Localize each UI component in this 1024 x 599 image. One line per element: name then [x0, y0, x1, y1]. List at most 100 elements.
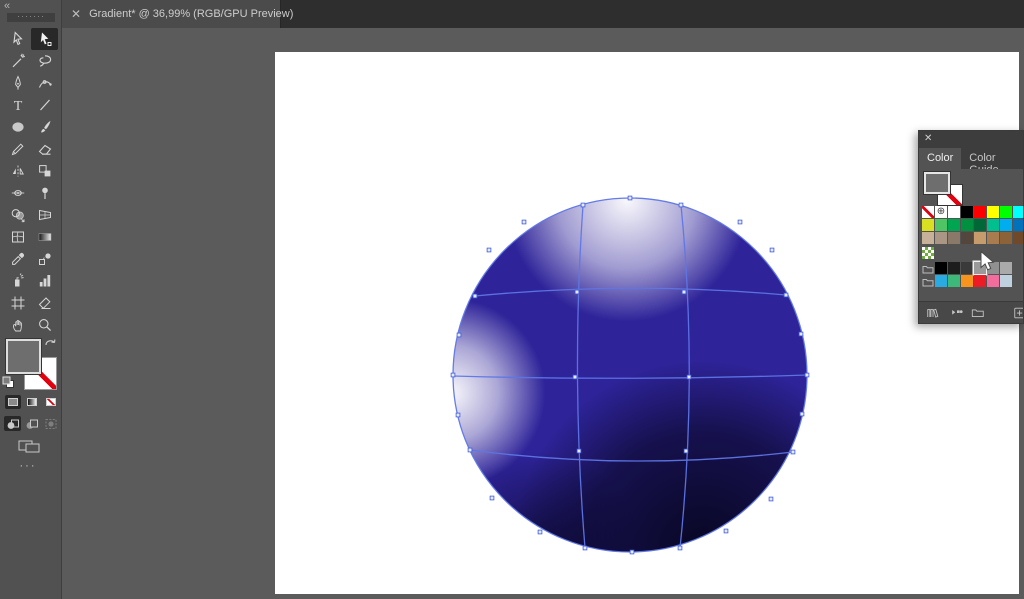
draw-behind-icon[interactable] — [23, 416, 40, 431]
swatch[interactable] — [922, 232, 934, 244]
none-button[interactable] — [43, 395, 59, 409]
swatch[interactable] — [935, 262, 947, 274]
selection-tool[interactable] — [4, 28, 31, 50]
toolbar-drag-grip[interactable]: ······· — [7, 13, 55, 22]
swatch[interactable] — [987, 232, 999, 244]
direct-selection-tool[interactable] — [31, 28, 58, 50]
swatch[interactable] — [935, 275, 947, 287]
swatch[interactable] — [987, 219, 999, 231]
collapse-dock-icon[interactable]: « — [4, 0, 10, 13]
swatch-row — [922, 219, 1024, 231]
blend-tool[interactable] — [31, 248, 58, 270]
change-screen-mode-icon[interactable] — [16, 438, 44, 454]
swap-fill-stroke-icon[interactable] — [44, 336, 57, 349]
swatch[interactable] — [935, 232, 947, 244]
edit-toolbar-ellipsis[interactable]: ··· — [0, 460, 56, 472]
lasso-tool[interactable] — [31, 50, 58, 72]
eraser-tool[interactable] — [31, 138, 58, 160]
swatch-none[interactable] — [922, 206, 934, 218]
hand-tool[interactable] — [4, 314, 31, 336]
panel-close-icon[interactable]: ✕ — [924, 133, 932, 144]
curvature-tool[interactable] — [31, 72, 58, 94]
panel-header[interactable]: ✕ — [919, 131, 1023, 148]
shape-builder-tool[interactable] — [4, 204, 31, 226]
eyedropper-tool[interactable] — [4, 248, 31, 270]
line-segment-tool-icon — [37, 97, 53, 113]
artboard-tool[interactable] — [4, 292, 31, 314]
swatch[interactable] — [1013, 219, 1024, 231]
swatch[interactable] — [961, 275, 973, 287]
swatch[interactable] — [974, 219, 986, 231]
swatch[interactable] — [974, 232, 986, 244]
swatch[interactable] — [961, 219, 973, 231]
swatch[interactable] — [961, 206, 973, 218]
swatch[interactable] — [961, 262, 973, 274]
color-button[interactable] — [5, 395, 21, 409]
swatch[interactable] — [1000, 219, 1012, 231]
slice-tool[interactable] — [31, 292, 58, 314]
gradient-button[interactable] — [24, 395, 40, 409]
swatch[interactable] — [948, 232, 960, 244]
panel-fill-swatch[interactable] — [924, 172, 950, 194]
tab-color-guide[interactable]: Color Guide — [961, 148, 1023, 169]
swatch-registration[interactable]: ⊕ — [935, 206, 947, 218]
mesh-tool[interactable] — [4, 226, 31, 248]
new-swatch-icon[interactable] — [1013, 306, 1024, 320]
document-tab[interactable]: ✕ Gradient* @ 36,99% (RGB/GPU Preview) — [62, 0, 281, 28]
eraser-tool-icon — [37, 141, 53, 157]
pen-tool[interactable] — [4, 72, 31, 94]
swatch[interactable] — [948, 206, 960, 218]
type-tool-icon: T — [10, 97, 26, 113]
magic-wand-tool[interactable] — [4, 50, 31, 72]
perspective-grid-tool[interactable] — [31, 204, 58, 226]
zoom-tool[interactable] — [31, 314, 58, 336]
type-tool[interactable]: T — [4, 94, 31, 116]
swatch[interactable] — [987, 262, 999, 274]
scale-tool[interactable] — [31, 160, 58, 182]
swatch[interactable] — [974, 206, 986, 218]
swatch[interactable] — [1000, 262, 1012, 274]
shape-builder-tool-icon — [10, 207, 26, 223]
puppet-warp-tool[interactable] — [31, 182, 58, 204]
panel-footer — [919, 301, 1023, 323]
draw-inside-icon[interactable] — [42, 416, 59, 431]
column-graph-tool[interactable] — [31, 270, 58, 292]
fill-swatch[interactable] — [6, 339, 41, 374]
color-group-folder-icon[interactable] — [922, 262, 934, 274]
swatch[interactable] — [987, 206, 999, 218]
draw-normal-icon[interactable] — [4, 416, 21, 431]
swatch-libraries-icon[interactable] — [926, 306, 940, 320]
tab-color[interactable]: Color — [919, 148, 961, 169]
swatch[interactable] — [1000, 275, 1012, 287]
swatch-pattern[interactable] — [922, 247, 934, 259]
color-group-folder-icon[interactable] — [922, 275, 934, 287]
swatch[interactable] — [948, 275, 960, 287]
line-segment-tool[interactable] — [31, 94, 58, 116]
swatch[interactable] — [948, 219, 960, 231]
new-color-group-icon[interactable] — [971, 306, 985, 320]
swatch[interactable] — [935, 219, 947, 231]
swatch[interactable] — [1000, 206, 1012, 218]
puppet-warp-tool-icon — [37, 185, 53, 201]
swatch[interactable] — [1000, 232, 1012, 244]
default-fill-stroke-icon[interactable] — [2, 376, 15, 389]
reflect-tool[interactable] — [4, 160, 31, 182]
swatch[interactable] — [987, 275, 999, 287]
swatch-row — [922, 232, 1024, 244]
shaper-tool[interactable] — [4, 138, 31, 160]
swatch-kinds-icon[interactable] — [950, 306, 964, 320]
paintbrush-tool[interactable] — [31, 116, 58, 138]
width-tool[interactable] — [4, 182, 31, 204]
swatch[interactable] — [1013, 206, 1024, 218]
swatch[interactable] — [974, 275, 986, 287]
artboard[interactable] — [275, 52, 1019, 594]
swatch[interactable] — [1013, 232, 1024, 244]
swatch[interactable] — [948, 262, 960, 274]
swatch[interactable] — [974, 262, 986, 274]
gradient-tool[interactable] — [31, 226, 58, 248]
swatch[interactable] — [922, 219, 934, 231]
symbol-sprayer-tool[interactable] — [4, 270, 31, 292]
tab-close-icon[interactable]: ✕ — [71, 8, 81, 20]
swatch[interactable] — [961, 232, 973, 244]
ellipse-tool[interactable] — [4, 116, 31, 138]
